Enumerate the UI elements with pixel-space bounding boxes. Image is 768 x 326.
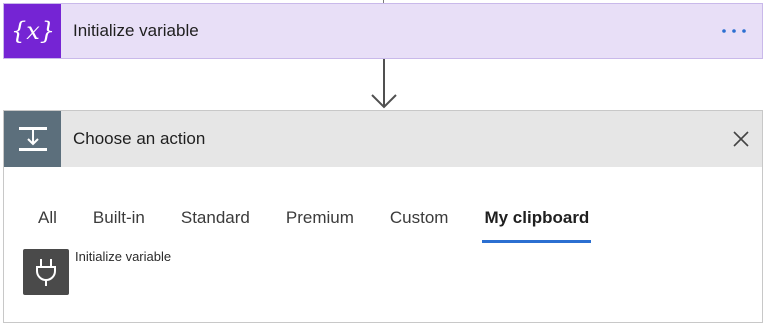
action-card-header: Choose an action	[4, 111, 762, 167]
tab-premium[interactable]: Premium	[286, 206, 354, 246]
flow-designer-canvas: {x} Initialize variable Choose an action…	[0, 0, 768, 326]
tab-custom[interactable]: Custom	[390, 206, 449, 246]
result-icon-box	[23, 249, 69, 295]
action-icon	[18, 127, 47, 151]
variable-icon: {x}	[11, 17, 55, 45]
more-icon	[722, 29, 746, 33]
card-title: Initialize variable	[73, 21, 199, 40]
tab-my-clipboard[interactable]: My clipboard	[482, 206, 592, 246]
svg-text:{x}: {x}	[11, 17, 55, 45]
plug-icon	[36, 259, 56, 286]
initialize-variable-card[interactable]: {x} Initialize variable	[3, 3, 763, 59]
arrow-down-icon	[371, 59, 397, 109]
tab-standard[interactable]: Standard	[181, 206, 250, 246]
choose-action-card: Choose an action All Built-in Standard P…	[3, 110, 763, 323]
result-label: Initialize variable	[75, 249, 172, 264]
tab-built-in[interactable]: Built-in	[93, 206, 145, 246]
variable-icon-box: {x}	[4, 4, 61, 58]
close-button[interactable]	[730, 128, 752, 150]
tab-all[interactable]: All	[38, 206, 57, 246]
close-icon	[733, 131, 749, 147]
more-options-button[interactable]	[718, 19, 750, 43]
action-category-tabs: All Built-in Standard Premium Custom My …	[38, 206, 625, 246]
action-icon-box	[4, 111, 61, 167]
card-title: Choose an action	[73, 129, 206, 148]
